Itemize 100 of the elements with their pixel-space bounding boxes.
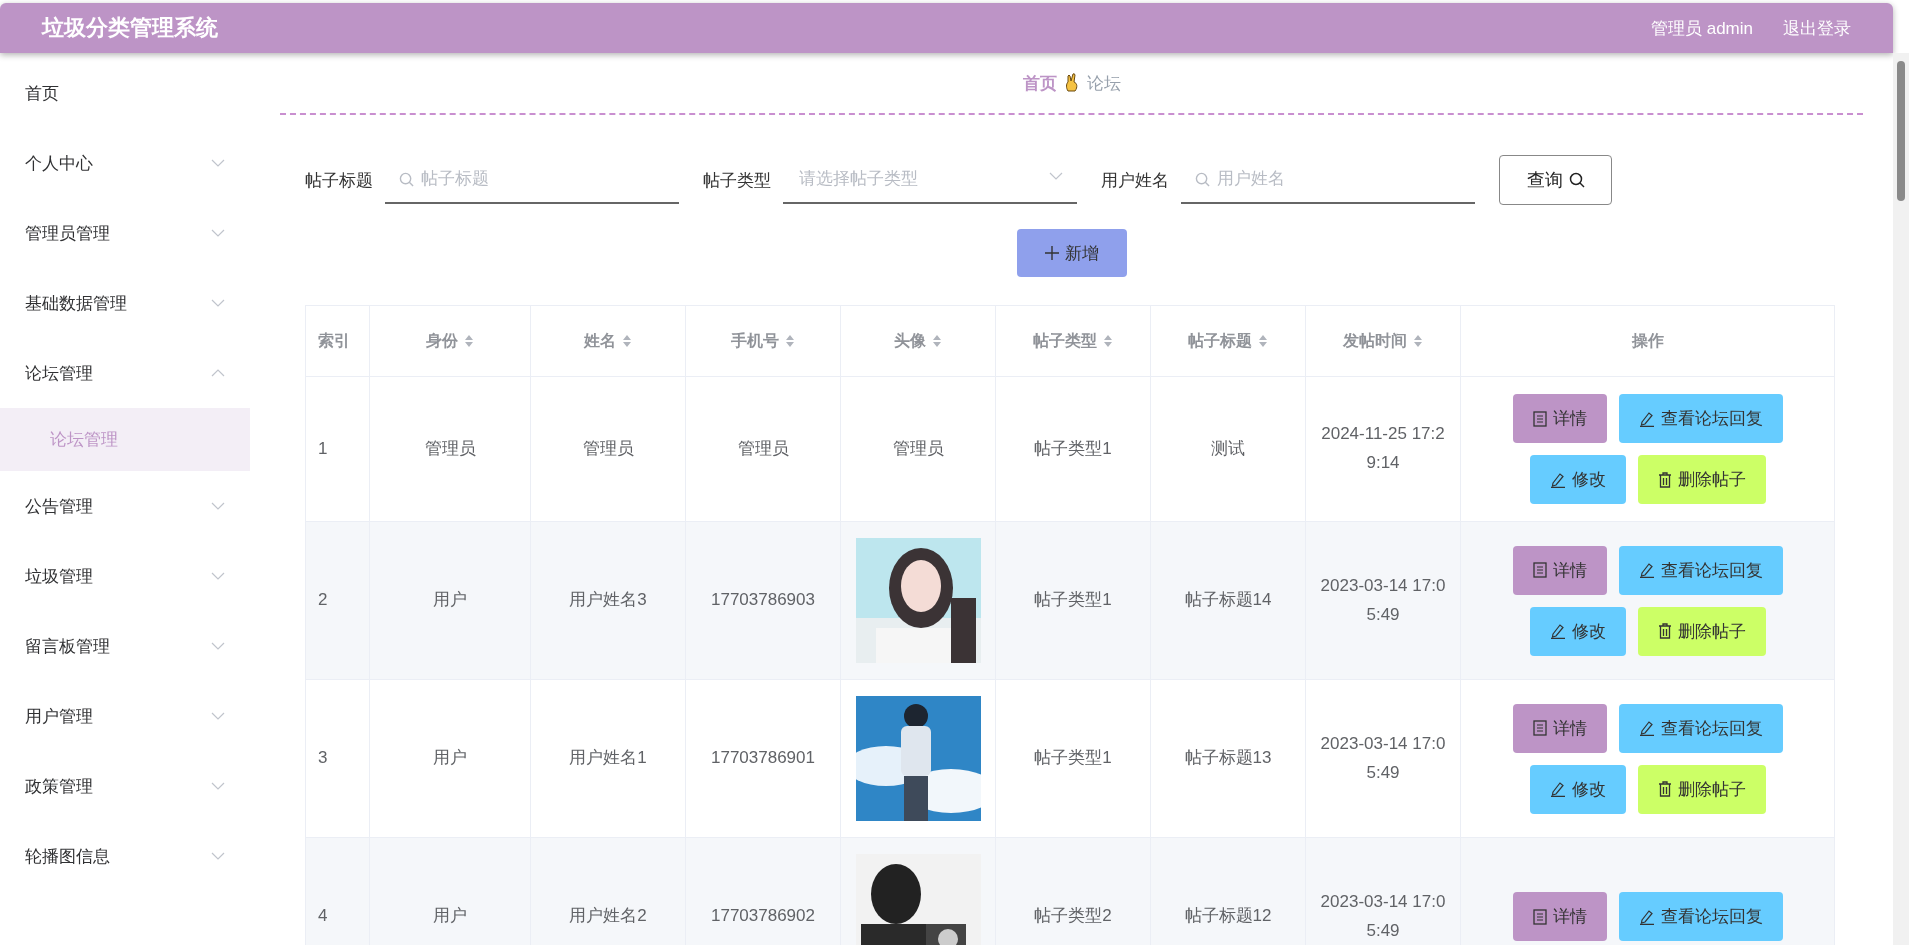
action-button[interactable]: 查看论坛回复 bbox=[1618, 545, 1783, 595]
trash-icon bbox=[1657, 623, 1672, 639]
query-button[interactable]: 查询 bbox=[1499, 155, 1612, 205]
column-title: 身份 bbox=[426, 330, 458, 351]
sort-icon[interactable] bbox=[1258, 334, 1268, 348]
trash-icon bbox=[1657, 471, 1672, 488]
chevron-icon bbox=[211, 369, 225, 377]
column-title: 操作 bbox=[1631, 330, 1664, 351]
trash-icon bbox=[1657, 781, 1672, 797]
action-button[interactable]: 详情 bbox=[1512, 892, 1607, 941]
sidebar-item[interactable]: 个人中心 bbox=[0, 128, 250, 198]
chevron-icon bbox=[1049, 172, 1063, 180]
sidebar-item[interactable]: 垃圾管理 bbox=[0, 541, 250, 611]
action-button[interactable]: 查看论坛回复 bbox=[1618, 394, 1783, 443]
action-button[interactable]: 删除帖子 bbox=[1637, 606, 1766, 656]
add-button[interactable]: 新增 bbox=[1016, 229, 1127, 277]
sidebar-item[interactable]: 政策管理 bbox=[0, 751, 250, 821]
column-title: 帖子标题 bbox=[1188, 330, 1252, 351]
search-field[interactable]: 用户姓名 bbox=[1181, 156, 1475, 204]
select-field[interactable]: 请选择帖子类型 bbox=[783, 156, 1077, 204]
table-cell: 帖子类型1 bbox=[1034, 748, 1112, 768]
table-cell: 管理员 bbox=[424, 438, 476, 458]
table-cell: 帖子标题13 bbox=[1184, 748, 1272, 768]
sort-icon[interactable] bbox=[785, 334, 795, 348]
sort-icon[interactable] bbox=[1103, 334, 1113, 348]
sort-icon[interactable] bbox=[932, 334, 942, 348]
field-label: 用户姓名 bbox=[1101, 169, 1169, 192]
table-cell: 用户姓名2 bbox=[569, 906, 647, 926]
table-cell: 2023-03-14 17:05:49 bbox=[1320, 891, 1446, 940]
scrollbar[interactable] bbox=[1893, 53, 1909, 945]
document-icon bbox=[1532, 562, 1547, 578]
action-button[interactable]: 详情 bbox=[1512, 394, 1607, 443]
search-icon bbox=[399, 172, 414, 187]
pencil-icon bbox=[1549, 471, 1566, 488]
document-icon bbox=[1532, 410, 1547, 427]
sidebar-item[interactable]: 公告管理 bbox=[0, 471, 250, 541]
sidebar-item[interactable]: 论坛管理 bbox=[0, 338, 250, 408]
chevron-icon bbox=[211, 502, 225, 510]
table-cell: 2 bbox=[318, 590, 328, 610]
chevron-icon bbox=[211, 159, 225, 167]
table-cell: 用户 bbox=[433, 748, 467, 768]
table-cell: 2023-03-14 17:05:49 bbox=[1320, 733, 1446, 782]
search-icon bbox=[1568, 172, 1585, 188]
action-button[interactable]: 查看论坛回复 bbox=[1618, 892, 1783, 941]
action-button[interactable]: 修改 bbox=[1529, 764, 1626, 814]
table-cell: 3 bbox=[318, 748, 328, 768]
action-button[interactable]: 查看论坛回复 bbox=[1618, 703, 1783, 753]
table-cell: 帖子类型2 bbox=[1034, 906, 1112, 926]
table-cell: 帖子类型1 bbox=[1034, 438, 1112, 458]
sidebar-item[interactable]: 基础数据管理 bbox=[0, 268, 250, 338]
pencil-icon bbox=[1638, 562, 1655, 578]
app-title: 垃圾分类管理系统 bbox=[42, 14, 219, 42]
action-button[interactable]: 删除帖子 bbox=[1637, 764, 1766, 814]
chevron-icon bbox=[211, 782, 225, 790]
action-button[interactable]: 修改 bbox=[1529, 455, 1626, 504]
chevron-icon bbox=[211, 852, 225, 860]
hand-icon bbox=[1064, 73, 1079, 93]
table-cell: 17703786902 bbox=[711, 906, 815, 926]
scrollbar-thumb[interactable] bbox=[1897, 61, 1905, 201]
chevron-icon bbox=[211, 299, 225, 307]
table-cell: 用户姓名3 bbox=[569, 590, 647, 610]
chevron-icon bbox=[211, 642, 225, 650]
table-cell: 2024-11-25 17:29:14 bbox=[1321, 424, 1445, 472]
column-title: 手机号 bbox=[731, 330, 779, 351]
pencil-icon bbox=[1549, 623, 1566, 639]
action-button[interactable]: 修改 bbox=[1529, 606, 1626, 656]
table-cell: 管理员 bbox=[737, 438, 789, 458]
action-button[interactable]: 详情 bbox=[1512, 545, 1607, 595]
pencil-icon bbox=[1549, 781, 1566, 797]
chevron-icon bbox=[211, 572, 225, 580]
document-icon bbox=[1532, 908, 1547, 925]
search-field[interactable]: 帖子标题 bbox=[385, 156, 679, 204]
action-button[interactable]: 详情 bbox=[1512, 703, 1607, 753]
sidebar-item[interactable]: 轮播图信息 bbox=[0, 821, 250, 891]
sidebar-item[interactable]: 首页 bbox=[0, 58, 250, 128]
pencil-icon bbox=[1638, 908, 1655, 925]
field-label: 帖子类型 bbox=[703, 169, 771, 192]
field-label: 帖子标题 bbox=[305, 169, 373, 192]
sort-icon[interactable] bbox=[464, 334, 474, 348]
table-cell: 1 bbox=[318, 438, 328, 458]
sort-icon[interactable] bbox=[1413, 334, 1423, 348]
action-button[interactable]: 删除帖子 bbox=[1637, 455, 1766, 504]
table-cell: 帖子标题14 bbox=[1184, 590, 1272, 610]
sort-icon[interactable] bbox=[622, 334, 632, 348]
sidebar-item[interactable]: 管理员管理 bbox=[0, 198, 250, 268]
table-cell: 管理员 bbox=[582, 438, 634, 458]
document-icon bbox=[1532, 720, 1547, 736]
column-title: 索引 bbox=[318, 330, 350, 351]
table-cell: 17703786903 bbox=[711, 590, 815, 610]
table-cell: 17703786901 bbox=[711, 748, 815, 768]
table-cell: 管理员 bbox=[892, 438, 944, 458]
table-cell: 帖子标题12 bbox=[1184, 906, 1272, 926]
table-cell: 用户姓名1 bbox=[569, 748, 647, 768]
column-title: 帖子类型 bbox=[1033, 330, 1097, 351]
table-cell: 4 bbox=[318, 906, 328, 926]
column-title: 姓名 bbox=[584, 330, 616, 351]
table-cell: 2023-03-14 17:05:49 bbox=[1320, 575, 1446, 624]
sidebar-item[interactable]: 留言板管理 bbox=[0, 611, 250, 681]
sidebar-item[interactable]: 用户管理 bbox=[0, 681, 250, 751]
plus-icon bbox=[1044, 246, 1059, 260]
